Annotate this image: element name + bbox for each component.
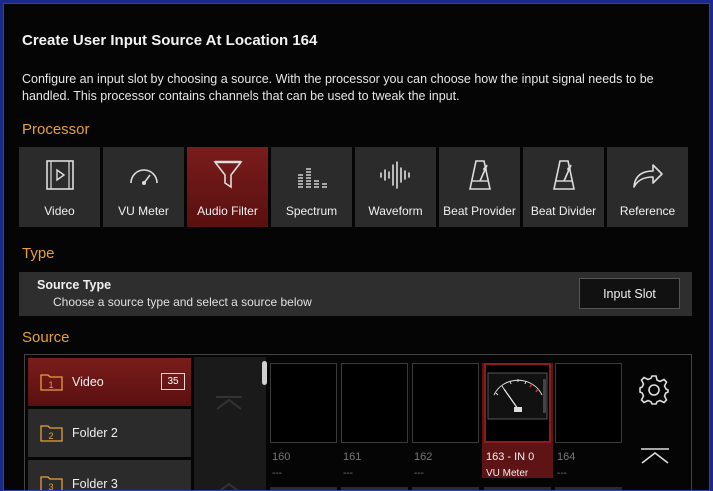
slot-163[interactable]: 163 - IN 0 VU Meter bbox=[484, 363, 551, 479]
slot-row-next bbox=[341, 487, 408, 490]
folder-scroll-area[interactable] bbox=[194, 357, 266, 490]
slot-162[interactable]: 162 --- bbox=[412, 363, 479, 479]
source-type-title: Source Type bbox=[37, 278, 112, 292]
folder-number: 3 bbox=[48, 482, 54, 491]
scrollbar-thumb[interactable] bbox=[262, 361, 267, 385]
vu-meter-thumbnail-icon bbox=[487, 372, 548, 420]
scroll-up-icon bbox=[219, 482, 239, 490]
processor-beat-provider[interactable]: Beat Provider bbox=[439, 147, 520, 227]
processor-label: Waveform bbox=[368, 204, 423, 218]
processor-label: Video bbox=[44, 204, 75, 218]
waveform-icon bbox=[379, 159, 413, 191]
source-panel: 1 Video 35 2 Folder 2 3 Folder 3 160 --- bbox=[24, 354, 692, 491]
metronome-icon bbox=[547, 159, 581, 191]
metronome-icon bbox=[463, 159, 497, 191]
slot-row-next bbox=[555, 487, 622, 490]
input-slot-button[interactable]: Input Slot bbox=[579, 278, 680, 309]
slot-subtitle: --- bbox=[343, 468, 353, 479]
slot-number: 161 bbox=[343, 451, 362, 463]
slot-preview bbox=[341, 363, 408, 443]
slot-subtitle: VU Meter bbox=[486, 468, 529, 479]
folder-item-3[interactable]: 3 Folder 3 bbox=[28, 460, 191, 491]
folder-item-2[interactable]: 2 Folder 2 bbox=[28, 409, 191, 457]
processor-label: VU Meter bbox=[118, 204, 169, 218]
processor-label: Audio Filter bbox=[197, 204, 258, 218]
scroll-to-top-button[interactable] bbox=[639, 447, 671, 470]
slot-row-next bbox=[484, 487, 551, 490]
slot-preview bbox=[484, 363, 551, 443]
slot-161[interactable]: 161 --- bbox=[341, 363, 408, 479]
scroll-top-icon bbox=[216, 396, 242, 410]
processor-waveform[interactable]: Waveform bbox=[355, 147, 436, 227]
settings-button[interactable] bbox=[637, 373, 671, 412]
folder-number: 1 bbox=[48, 380, 54, 390]
processor-audio-filter[interactable]: Audio Filter bbox=[187, 147, 268, 227]
slot-164[interactable]: 164 --- bbox=[555, 363, 622, 479]
source-heading: Source bbox=[22, 329, 70, 346]
slot-number: 160 bbox=[272, 451, 291, 463]
film-play-icon bbox=[43, 159, 77, 191]
processor-spectrum[interactable]: Spectrum bbox=[271, 147, 352, 227]
gear-icon bbox=[639, 375, 669, 405]
slot-number: 162 bbox=[414, 451, 433, 463]
folder-name: Folder 2 bbox=[72, 426, 118, 440]
processor-label: Beat Provider bbox=[443, 204, 516, 218]
create-input-dialog: Create User Input Source At Location 164… bbox=[3, 3, 710, 491]
slot-row-next bbox=[270, 487, 337, 490]
source-type-hint: Choose a source type and select a source… bbox=[53, 295, 312, 309]
processor-label: Reference bbox=[619, 204, 676, 218]
gauge-icon bbox=[127, 159, 161, 191]
type-heading: Type bbox=[22, 245, 55, 262]
processor-label: Beat Divider bbox=[530, 204, 597, 218]
folder-number: 2 bbox=[48, 431, 54, 441]
processor-video[interactable]: Video bbox=[19, 147, 100, 227]
processor-reference[interactable]: Reference bbox=[607, 147, 688, 227]
slot-subtitle: --- bbox=[414, 468, 424, 479]
slot-preview bbox=[270, 363, 337, 443]
processor-beat-divider[interactable]: Beat Divider bbox=[523, 147, 604, 227]
funnel-icon bbox=[211, 159, 245, 191]
processor-list: Video VU Meter Audio Filter Spectrum Wav… bbox=[19, 147, 688, 227]
slot-row-next bbox=[412, 487, 479, 490]
folder-name: Folder 3 bbox=[72, 477, 118, 491]
source-type-bar: Source Type Choose a source type and sel… bbox=[19, 272, 692, 316]
slot-preview bbox=[555, 363, 622, 443]
spectrum-bars-icon bbox=[295, 159, 329, 191]
dialog-title: Create User Input Source At Location 164 bbox=[22, 32, 318, 49]
share-arrow-icon bbox=[631, 159, 665, 191]
slot-subtitle: --- bbox=[272, 468, 282, 479]
processor-vu-meter[interactable]: VU Meter bbox=[103, 147, 184, 227]
scroll-top-icon bbox=[641, 448, 669, 464]
folder-count-badge: 35 bbox=[161, 373, 185, 390]
dialog-description: Configure an input slot by choosing a so… bbox=[22, 72, 654, 103]
slot-preview bbox=[412, 363, 479, 443]
slot-number: 164 bbox=[557, 451, 576, 463]
slot-160[interactable]: 160 --- bbox=[270, 363, 337, 479]
folder-item-video[interactable]: 1 Video 35 bbox=[28, 358, 191, 406]
processor-heading: Processor bbox=[22, 121, 90, 138]
folder-name: Video bbox=[72, 375, 104, 389]
processor-label: Spectrum bbox=[285, 204, 338, 218]
slot-subtitle: --- bbox=[557, 468, 567, 479]
slot-number: 163 - IN 0 bbox=[486, 451, 535, 463]
